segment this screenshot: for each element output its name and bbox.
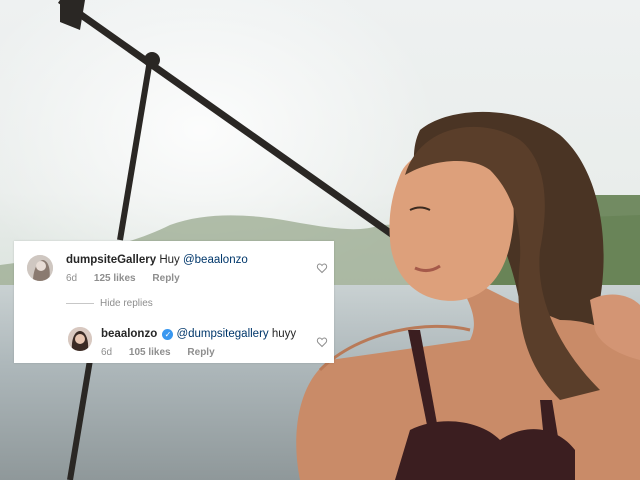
comment-username[interactable]: dumpsiteGallery xyxy=(66,254,156,266)
hide-replies-label: Hide replies xyxy=(100,298,153,309)
avatar[interactable] xyxy=(27,255,53,281)
reply-reply-button[interactable]: Reply xyxy=(187,347,214,358)
comment-mention[interactable]: @beaalonzo xyxy=(183,254,248,266)
reply-body: huyy xyxy=(268,328,297,340)
boat-and-person xyxy=(57,0,640,480)
reply-avatar-image xyxy=(68,327,92,351)
comment-meta: 6d 125 likes Reply xyxy=(66,273,194,284)
comment-body: Huy xyxy=(159,254,183,266)
hide-replies-toggle[interactable]: Hide replies xyxy=(66,298,153,309)
reply-avatar[interactable] xyxy=(68,327,92,351)
verified-badge-icon: ✓ xyxy=(162,329,174,340)
like-heart-icon[interactable] xyxy=(316,262,328,274)
comment-age[interactable]: 6d xyxy=(66,273,77,284)
divider-line xyxy=(66,303,94,304)
reply-text: beaalonzo ✓ @dumpsitegallery huyy xyxy=(101,328,296,340)
reply-likes[interactable]: 105 likes xyxy=(129,347,171,358)
background-photo xyxy=(0,0,640,480)
reply-username[interactable]: beaalonzo xyxy=(101,328,157,340)
comment-card: dumpsiteGallery Huy @beaalonzo 6d 125 li… xyxy=(14,241,334,363)
comment-reply-button[interactable]: Reply xyxy=(152,273,179,284)
reply-age[interactable]: 6d xyxy=(101,347,112,358)
comment-text: dumpsiteGallery Huy @beaalonzo xyxy=(66,254,248,266)
comment-likes[interactable]: 125 likes xyxy=(94,273,136,284)
reply-meta: 6d 105 likes Reply xyxy=(101,347,229,358)
avatar-image xyxy=(27,255,53,281)
reply-mention[interactable]: @dumpsitegallery xyxy=(176,328,268,340)
reply-like-heart-icon[interactable] xyxy=(316,336,328,348)
